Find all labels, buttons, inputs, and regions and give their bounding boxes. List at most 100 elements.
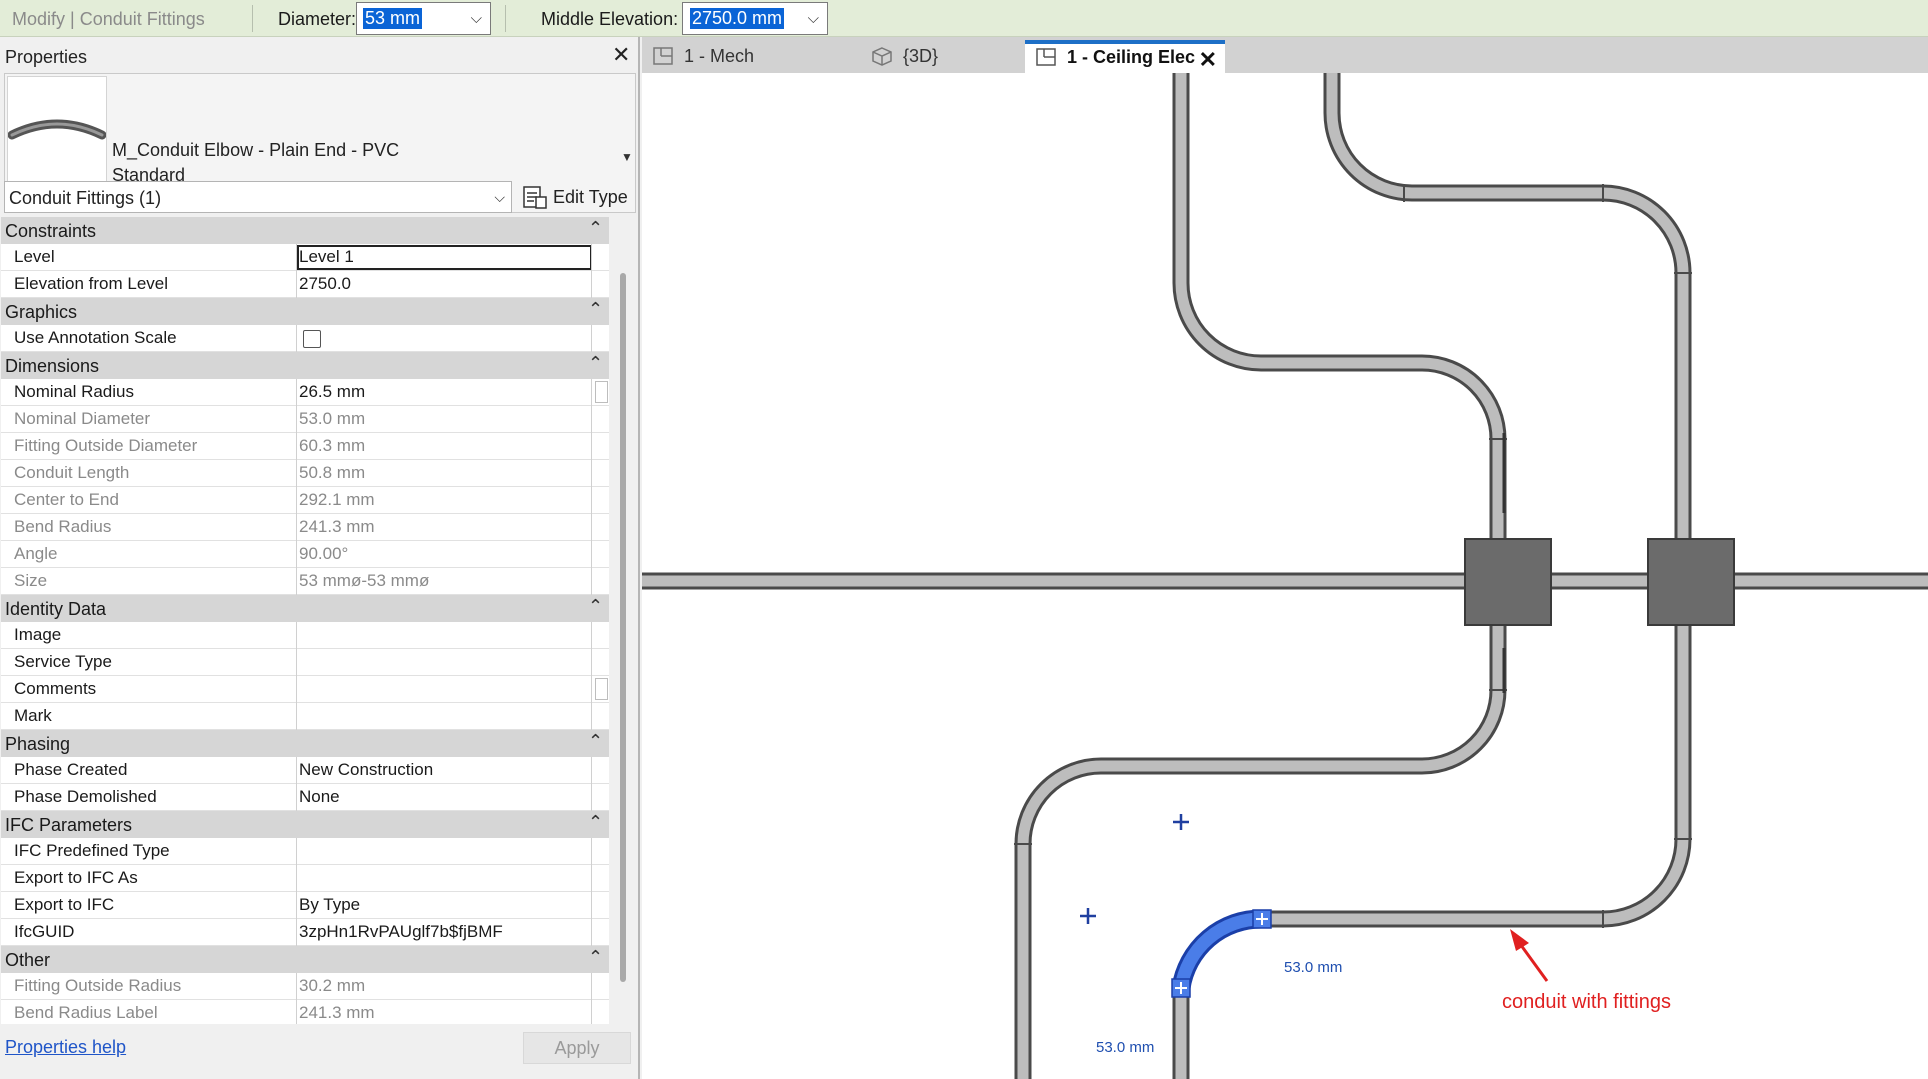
group-ifc-parameters[interactable]: IFC Parameters ⌃ <box>1 811 609 838</box>
prop-name: IFC Predefined Type <box>14 841 170 860</box>
divider <box>296 649 297 676</box>
apply-button[interactable]: Apply <box>523 1032 631 1064</box>
3d-view-icon <box>872 47 892 66</box>
collapse-icon[interactable]: ⌃ <box>588 353 603 374</box>
prop-name: Nominal Radius <box>14 382 134 401</box>
group-label: Dimensions <box>5 356 100 376</box>
prop-row-elevation-from-level[interactable]: Elevation from Level 2750.0 <box>1 271 609 298</box>
prop-row-mark[interactable]: Mark <box>1 703 609 730</box>
junction-box[interactable] <box>1464 538 1552 626</box>
prop-value: 292.1 mm <box>299 490 375 509</box>
prop-name: Nominal Diameter <box>14 409 151 428</box>
divider <box>591 433 592 460</box>
add-connection-plus-icon[interactable] <box>1173 814 1189 830</box>
group-phasing[interactable]: Phasing ⌃ <box>1 730 609 757</box>
dimension-label-vertical[interactable]: 53.0 mm <box>1096 1039 1154 1056</box>
divider <box>591 622 592 649</box>
prop-name: Center to End <box>14 490 119 509</box>
prop-row-image[interactable]: Image <box>1 622 609 649</box>
coupling-marks <box>1014 184 1692 928</box>
row-button[interactable] <box>595 678 608 700</box>
prop-row-ifc-predefined-type[interactable]: IFC Predefined Type <box>1 838 609 865</box>
divider <box>296 379 297 406</box>
collapse-icon[interactable]: ⌃ <box>588 812 603 833</box>
middle-elevation-label: Middle Elevation: <box>541 9 679 29</box>
dimension-label-horizontal[interactable]: 53.0 mm <box>1284 959 1342 976</box>
tab-1-mech[interactable]: 1 - Mech <box>642 40 824 73</box>
prop-row-export-to-ifc-as[interactable]: Export to IFC As <box>1 865 609 892</box>
instance-filter-dropdown[interactable]: Conduit Fittings (1) ⌵ <box>4 181 512 213</box>
divider <box>296 757 297 784</box>
prop-row-phase-created[interactable]: Phase Created New Construction <box>1 757 609 784</box>
prop-value: 50.8 mm <box>299 463 366 482</box>
prop-name: Phase Created <box>14 760 128 779</box>
collapse-icon[interactable]: ⌃ <box>588 947 603 968</box>
close-icon[interactable]: ✕ <box>1199 47 1217 73</box>
prop-row-use-annotation-scale[interactable]: Use Annotation Scale <box>1 325 609 352</box>
collapse-icon[interactable]: ⌃ <box>588 299 603 320</box>
prop-value: 2750.0 <box>299 274 351 293</box>
type-family-label: M_Conduit Elbow - Plain End - PVC <box>112 140 400 160</box>
prop-name: Bend Radius <box>14 517 112 536</box>
collapse-icon[interactable]: ⌃ <box>588 218 603 239</box>
selected-conduit-elbow[interactable] <box>1171 909 1272 998</box>
prop-row-bend-radius-label: Bend Radius Label 241.3 mm <box>1 1000 609 1027</box>
drawing-area[interactable]: 53.0 mm 53.0 mm conduit with fittings <box>642 73 1928 1079</box>
prop-name: Export to IFC <box>14 895 115 914</box>
junction-box[interactable] <box>1647 538 1735 626</box>
prop-value: 241.3 mm <box>299 1003 375 1022</box>
divider <box>591 838 592 865</box>
prop-row-center-to-end: Center to End 292.1 mm <box>1 487 609 514</box>
prop-row-phase-demolished[interactable]: Phase Demolished None <box>1 784 609 811</box>
prop-name: Angle <box>14 544 58 563</box>
tab-1-ceiling-elec[interactable]: 1 - Ceiling Elec ✕ <box>1025 40 1225 73</box>
close-icon[interactable]: ✕ <box>612 42 630 68</box>
group-identity-data[interactable]: Identity Data ⌃ <box>1 595 609 622</box>
prop-name: Use Annotation Scale <box>14 328 177 347</box>
group-other[interactable]: Other ⌃ <box>1 946 609 973</box>
prop-name: Mark <box>14 706 52 725</box>
divider <box>296 919 297 946</box>
prop-row-service-type[interactable]: Service Type <box>1 649 609 676</box>
prop-name: Elevation from Level <box>14 274 169 293</box>
divider <box>591 514 592 541</box>
prop-row-export-to-ifc[interactable]: Export to IFC By Type <box>1 892 609 919</box>
diameter-combobox[interactable]: 53 mm ⌵ <box>356 2 491 35</box>
divider <box>296 865 297 892</box>
prop-row-ifcguid[interactable]: IfcGUID 3zpHn1RvPAUglf7b$fjBMF <box>1 919 609 946</box>
prop-name: Phase Demolished <box>14 787 157 806</box>
group-dimensions[interactable]: Dimensions ⌃ <box>1 352 609 379</box>
collapse-icon[interactable]: ⌃ <box>588 731 603 752</box>
prop-value: 53 mmø-53 mmø <box>299 571 430 590</box>
divider <box>591 649 592 676</box>
add-connection-plus-icon[interactable] <box>1080 908 1096 924</box>
group-constraints[interactable]: Constraints ⌃ <box>1 217 609 244</box>
prop-value: New Construction <box>299 760 434 779</box>
group-label: Identity Data <box>5 599 107 619</box>
row-button[interactable] <box>595 381 608 403</box>
chevron-down-icon: ⌵ <box>807 10 819 27</box>
properties-scrollbar[interactable] <box>620 273 626 982</box>
divider <box>591 406 592 433</box>
use-annotation-scale-checkbox[interactable] <box>303 330 321 348</box>
prop-row-comments[interactable]: Comments <box>1 676 609 703</box>
edit-type-button[interactable]: Edit Type <box>520 183 636 213</box>
prop-value: 30.2 mm <box>299 976 366 995</box>
group-label: Phasing <box>5 734 71 754</box>
floor-plan-icon <box>653 47 673 65</box>
prop-row-level[interactable]: Level Level 1 <box>1 244 609 271</box>
tab-3d[interactable]: {3D} <box>836 40 1026 73</box>
prop-name: Size <box>14 571 48 590</box>
middle-elevation-combobox[interactable]: 2750.0 mm ⌵ <box>682 2 828 35</box>
group-graphics[interactable]: Graphics ⌃ <box>1 298 609 325</box>
prop-row-fitting-outside-diameter: Fitting Outside Diameter 60.3 mm <box>1 433 609 460</box>
prop-row-nominal-radius[interactable]: Nominal Radius 26.5 mm <box>1 379 609 406</box>
divider <box>296 784 297 811</box>
collapse-icon[interactable]: ⌃ <box>588 596 603 617</box>
prop-value: By Type <box>299 895 361 914</box>
properties-help-link[interactable]: Properties help <box>5 1037 126 1058</box>
divider <box>296 676 297 703</box>
dropdown-arrow-icon[interactable]: ▼ <box>621 150 633 164</box>
floor-plan-icon <box>1036 48 1056 66</box>
conduit-runs <box>642 73 1928 1079</box>
